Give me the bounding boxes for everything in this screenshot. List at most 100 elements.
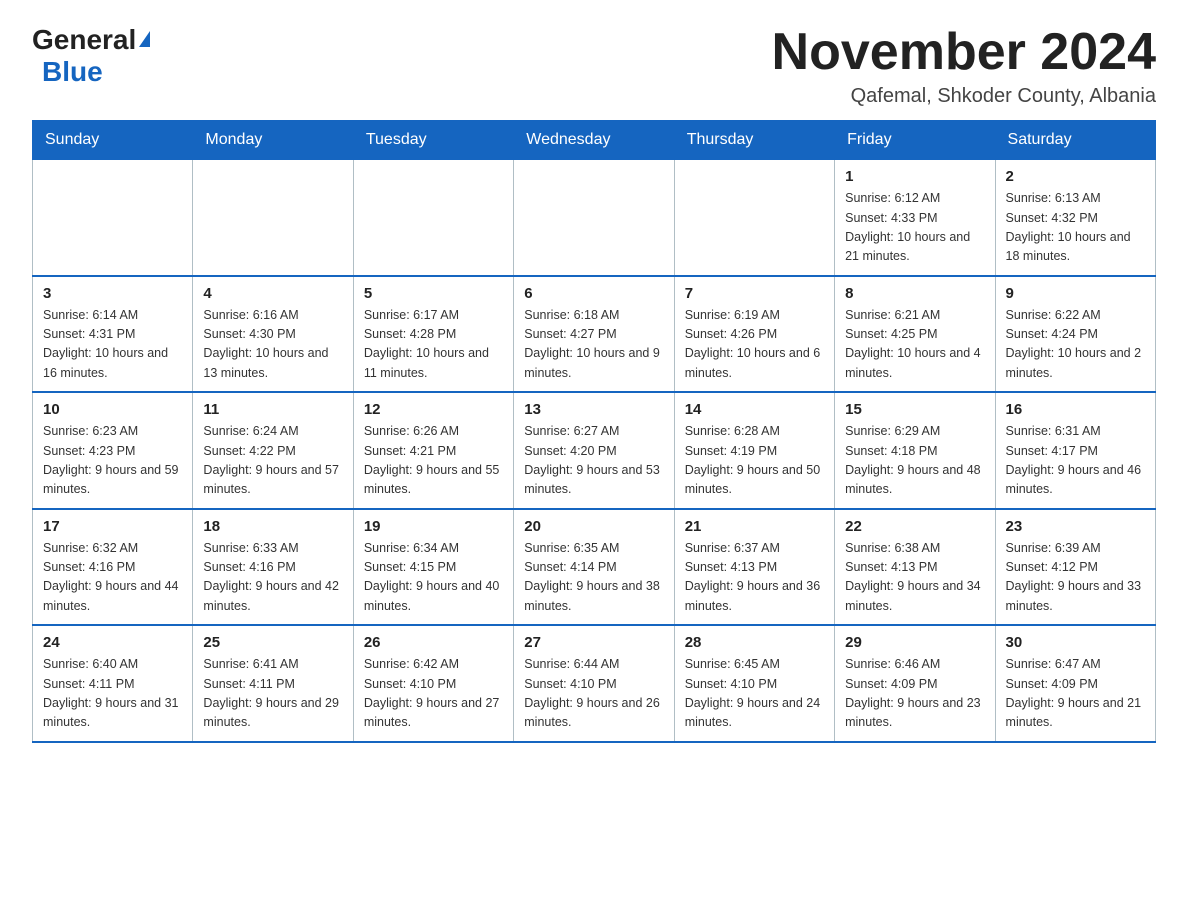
day-number: 6 [524, 285, 663, 302]
sun-info: Sunrise: 6:46 AMSunset: 4:09 PMDaylight:… [845, 655, 984, 733]
page-header: General Blue November 2024 Qafemal, Shko… [32, 24, 1156, 108]
daylight-text: Daylight: 10 hours and 4 minutes. [845, 344, 984, 383]
day-number: 3 [43, 285, 182, 302]
calendar-cell: 28 Sunrise: 6:45 AMSunset: 4:10 PMDayligh… [674, 625, 834, 742]
daylight-text: Daylight: 10 hours and 11 minutes. [364, 344, 503, 383]
sunrise-text: Sunrise: 6:35 AM [524, 539, 663, 558]
calendar-cell: 17Sunrise: 6:32 AMSunset: 4:16 PMDayligh… [33, 509, 193, 626]
day-number: 19 [364, 518, 503, 535]
daylight-text: Daylight: 9 hours and 50 minutes. [685, 461, 824, 500]
day-number: 12 [364, 401, 503, 418]
daylight-text: Daylight: 9 hours and 55 minutes. [364, 461, 503, 500]
calendar-week-row: 3Sunrise: 6:14 AMSunset: 4:31 PMDaylight… [33, 276, 1156, 393]
logo: General Blue [32, 24, 150, 88]
calendar-cell: 22Sunrise: 6:38 AMSunset: 4:13 PMDayligh… [835, 509, 995, 626]
calendar-cell: 26 Sunrise: 6:42 AMSunset: 4:10 PMDayligh… [353, 625, 513, 742]
sunset-text: Sunset: 4:14 PM [524, 558, 663, 577]
day-number: 28 [685, 634, 824, 651]
day-number: 20 [524, 518, 663, 535]
sun-info: Sunrise: 6:32 AMSunset: 4:16 PMDaylight:… [43, 539, 182, 617]
title-block: November 2024 Qafemal, Shkoder County, A… [772, 24, 1156, 108]
day-number: 7 [685, 285, 824, 302]
sun-info: Sunrise: 6:17 AMSunset: 4:28 PMDaylight:… [364, 306, 503, 384]
sun-info: Sunrise: 6:28 AMSunset: 4:19 PMDaylight:… [685, 422, 824, 500]
day-number: 1 [845, 168, 984, 185]
calendar-header-row: SundayMondayTuesdayWednesdayThursdayFrid… [33, 121, 1156, 160]
sunset-text: Sunset: 4:18 PM [845, 442, 984, 461]
day-number: 22 [845, 518, 984, 535]
calendar-cell: 30Sunrise: 6:47 AMSunset: 4:09 PMDayligh… [995, 625, 1155, 742]
calendar-cell: 16Sunrise: 6:31 AMSunset: 4:17 PMDayligh… [995, 392, 1155, 509]
calendar-cell: 2Sunrise: 6:13 AMSunset: 4:32 PMDaylight… [995, 160, 1155, 276]
calendar-cell: 15 Sunrise: 6:29 AMSunset: 4:18 PMDayligh… [835, 392, 995, 509]
calendar-cell: 9Sunrise: 6:22 AMSunset: 4:24 PMDaylight… [995, 276, 1155, 393]
calendar-cell: 12 Sunrise: 6:26 AMSunset: 4:21 PMDayligh… [353, 392, 513, 509]
calendar-cell: 23Sunrise: 6:39 AMSunset: 4:12 PMDayligh… [995, 509, 1155, 626]
sunset-text: Sunset: 4:10 PM [364, 675, 503, 694]
sun-info: Sunrise: 6:44 AMSunset: 4:10 PMDaylight:… [524, 655, 663, 733]
calendar-cell: 7 Sunrise: 6:19 AMSunset: 4:26 PMDaylight… [674, 276, 834, 393]
sunrise-text: Sunrise: 6:16 AM [203, 306, 342, 325]
daylight-text: Daylight: 10 hours and 2 minutes. [1006, 344, 1145, 383]
day-number: 26 [364, 634, 503, 651]
sun-info: Sunrise: 6:21 AMSunset: 4:25 PMDaylight:… [845, 306, 984, 384]
calendar-day-header: Saturday [995, 121, 1155, 160]
day-number: 25 [203, 634, 342, 651]
sunset-text: Sunset: 4:25 PM [845, 325, 984, 344]
sun-info: Sunrise: 6:13 AMSunset: 4:32 PMDaylight:… [1006, 189, 1145, 267]
day-number: 15 [845, 401, 984, 418]
calendar-cell: 18Sunrise: 6:33 AMSunset: 4:16 PMDayligh… [193, 509, 353, 626]
day-number: 11 [203, 401, 342, 418]
daylight-text: Daylight: 9 hours and 44 minutes. [43, 577, 182, 616]
daylight-text: Daylight: 9 hours and 36 minutes. [685, 577, 824, 616]
sun-info: Sunrise: 6:45 AMSunset: 4:10 PMDaylight:… [685, 655, 824, 733]
daylight-text: Daylight: 9 hours and 34 minutes. [845, 577, 984, 616]
sun-info: Sunrise: 6:26 AMSunset: 4:21 PMDaylight:… [364, 422, 503, 500]
sun-info: Sunrise: 6:42 AMSunset: 4:10 PMDaylight:… [364, 655, 503, 733]
calendar-day-header: Monday [193, 121, 353, 160]
logo-triangle-icon [139, 31, 150, 47]
daylight-text: Daylight: 9 hours and 46 minutes. [1006, 461, 1145, 500]
logo-general-text: General [32, 24, 136, 56]
daylight-text: Daylight: 10 hours and 9 minutes. [524, 344, 663, 383]
sunset-text: Sunset: 4:31 PM [43, 325, 182, 344]
daylight-text: Daylight: 9 hours and 40 minutes. [364, 577, 503, 616]
sunrise-text: Sunrise: 6:26 AM [364, 422, 503, 441]
calendar-cell [674, 160, 834, 276]
daylight-text: Daylight: 9 hours and 33 minutes. [1006, 577, 1145, 616]
daylight-text: Daylight: 10 hours and 6 minutes. [685, 344, 824, 383]
day-number: 29 [845, 634, 984, 651]
daylight-text: Daylight: 9 hours and 48 minutes. [845, 461, 984, 500]
calendar-cell: 13Sunrise: 6:27 AMSunset: 4:20 PMDayligh… [514, 392, 674, 509]
sunrise-text: Sunrise: 6:28 AM [685, 422, 824, 441]
sunset-text: Sunset: 4:30 PM [203, 325, 342, 344]
calendar-day-header: Friday [835, 121, 995, 160]
sun-info: Sunrise: 6:14 AMSunset: 4:31 PMDaylight:… [43, 306, 182, 384]
day-number: 21 [685, 518, 824, 535]
sunrise-text: Sunrise: 6:12 AM [845, 189, 984, 208]
sun-info: Sunrise: 6:18 AMSunset: 4:27 PMDaylight:… [524, 306, 663, 384]
calendar-cell: 3 Sunrise: 6:14 AMSunset: 4:31 PMDaylight… [33, 276, 193, 393]
sunset-text: Sunset: 4:32 PM [1006, 209, 1145, 228]
sunrise-text: Sunrise: 6:19 AM [685, 306, 824, 325]
sunset-text: Sunset: 4:10 PM [524, 675, 663, 694]
calendar-cell: 5 Sunrise: 6:17 AMSunset: 4:28 PMDaylight… [353, 276, 513, 393]
sunrise-text: Sunrise: 6:23 AM [43, 422, 182, 441]
day-number: 27 [524, 634, 663, 651]
calendar-cell [33, 160, 193, 276]
day-number: 5 [364, 285, 503, 302]
day-number: 23 [1006, 518, 1145, 535]
sunrise-text: Sunrise: 6:14 AM [43, 306, 182, 325]
day-number: 14 [685, 401, 824, 418]
sunrise-text: Sunrise: 6:29 AM [845, 422, 984, 441]
daylight-text: Daylight: 9 hours and 26 minutes. [524, 694, 663, 733]
sunrise-text: Sunrise: 6:17 AM [364, 306, 503, 325]
calendar-cell: 21Sunrise: 6:37 AMSunset: 4:13 PMDayligh… [674, 509, 834, 626]
calendar-cell: 8Sunrise: 6:21 AMSunset: 4:25 PMDaylight… [835, 276, 995, 393]
sun-info: Sunrise: 6:27 AMSunset: 4:20 PMDaylight:… [524, 422, 663, 500]
month-title: November 2024 [772, 24, 1156, 81]
sunset-text: Sunset: 4:23 PM [43, 442, 182, 461]
daylight-text: Daylight: 9 hours and 21 minutes. [1006, 694, 1145, 733]
sun-info: Sunrise: 6:19 AMSunset: 4:26 PMDaylight:… [685, 306, 824, 384]
calendar-cell: 10Sunrise: 6:23 AMSunset: 4:23 PMDayligh… [33, 392, 193, 509]
